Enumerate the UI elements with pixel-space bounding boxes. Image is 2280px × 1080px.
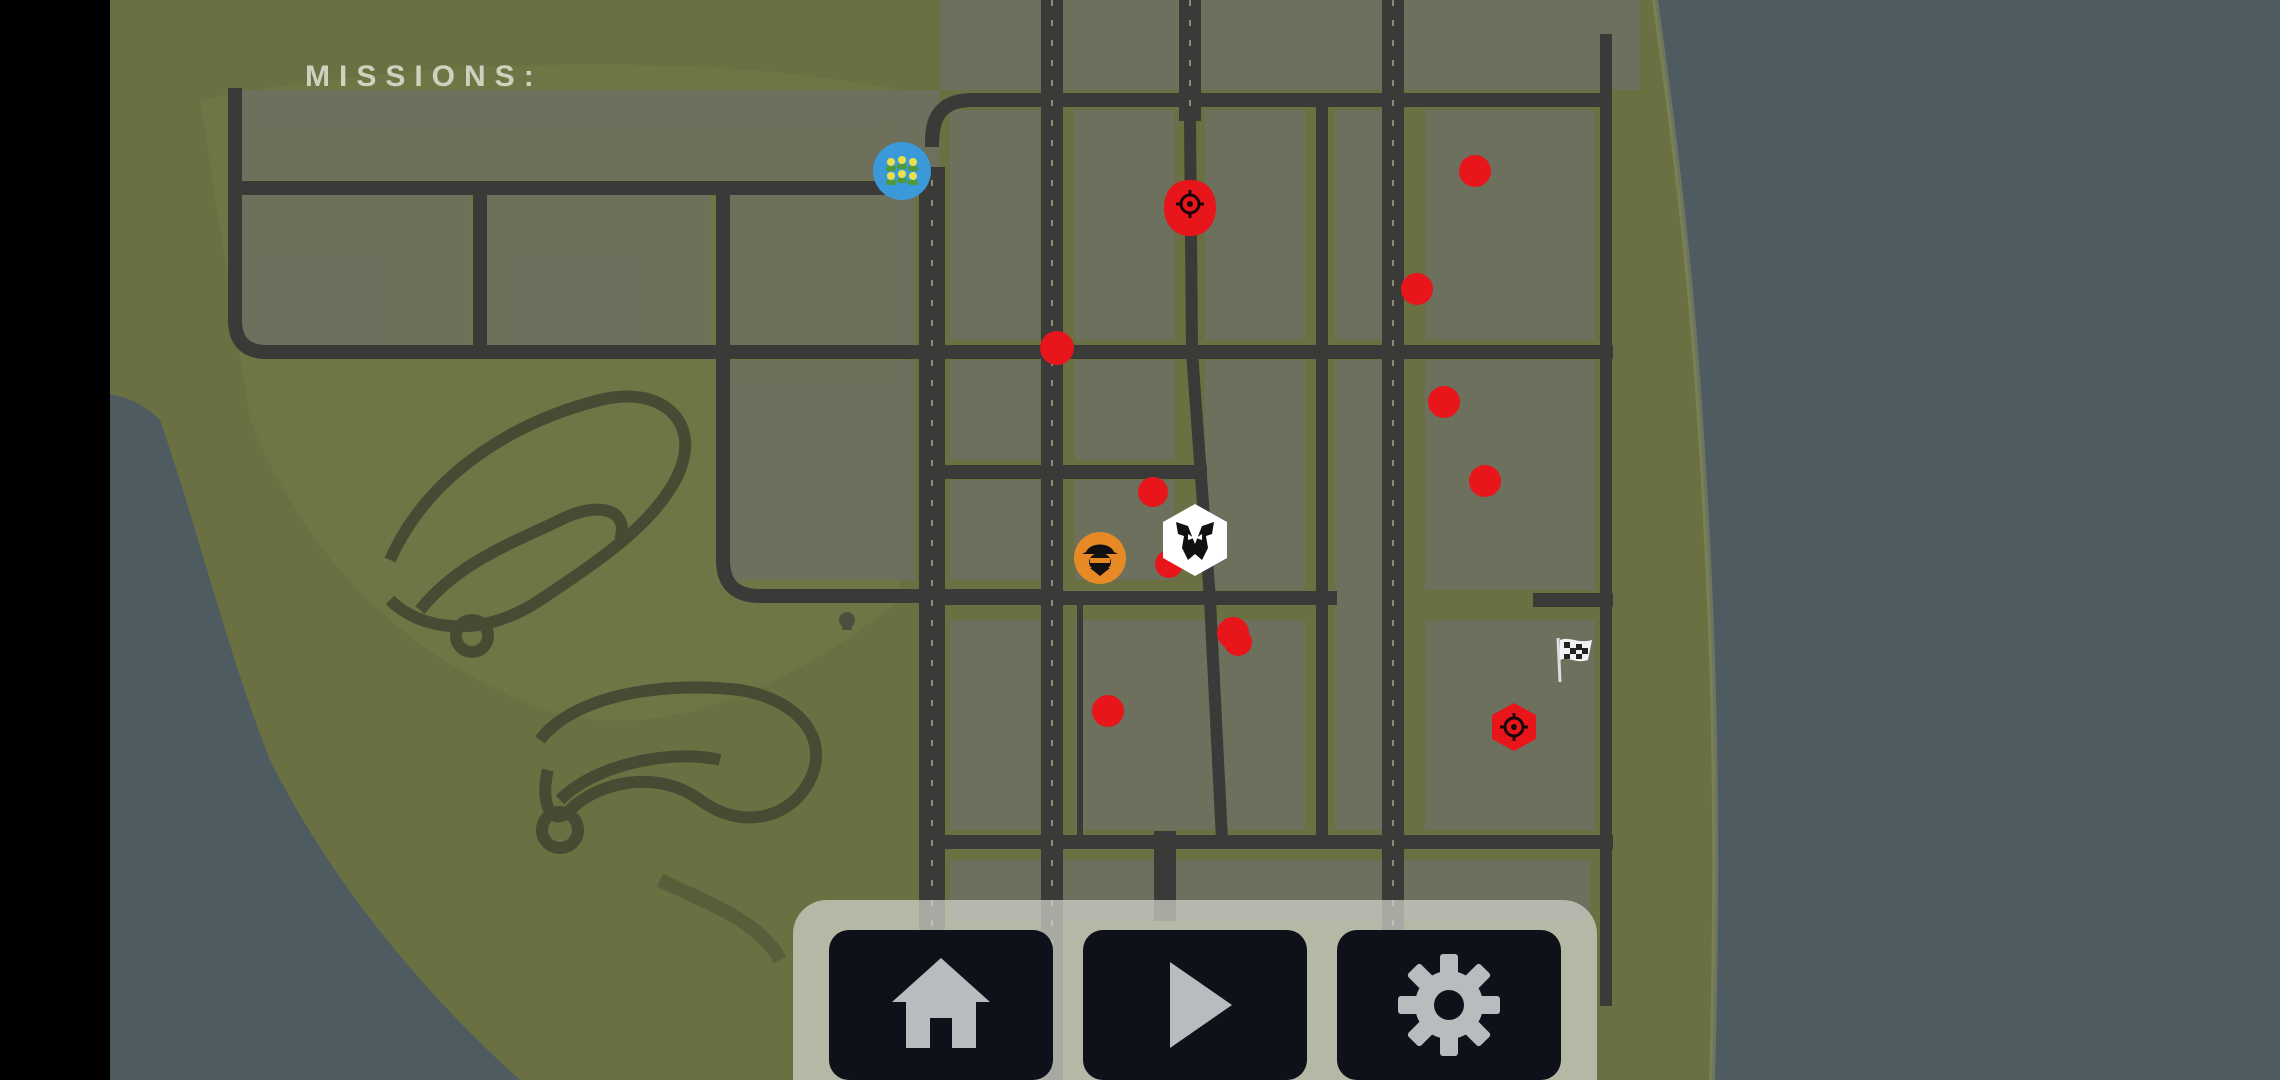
checkered-flag-icon: [1556, 637, 1592, 683]
bottom-toolbar: [793, 900, 1597, 1080]
crowd-marker[interactable]: [873, 142, 931, 200]
game-screen: MISSIONS:: [0, 0, 2280, 1080]
home-icon: [892, 958, 990, 1048]
left-letterbox: [0, 0, 110, 1080]
target-marker-primary[interactable]: [1164, 180, 1216, 236]
bandit-icon: [1074, 532, 1126, 584]
crowd-icon: [873, 142, 931, 200]
settings-button[interactable]: [1337, 930, 1561, 1080]
bandit-marker[interactable]: [1074, 532, 1126, 584]
missions-title: MISSIONS:: [305, 60, 543, 93]
play-button[interactable]: [1083, 930, 1307, 1080]
gear-icon: [1398, 954, 1500, 1056]
decepticon-icon: [1163, 504, 1227, 576]
finish-marker[interactable]: [1552, 634, 1596, 683]
crosshair-icon: [1492, 703, 1536, 751]
home-button[interactable]: [829, 930, 1053, 1080]
target-marker-secondary[interactable]: [1491, 703, 1537, 751]
crosshair-icon: [1164, 180, 1216, 236]
play-icon: [1170, 962, 1232, 1048]
player-marker[interactable]: [1162, 504, 1228, 576]
